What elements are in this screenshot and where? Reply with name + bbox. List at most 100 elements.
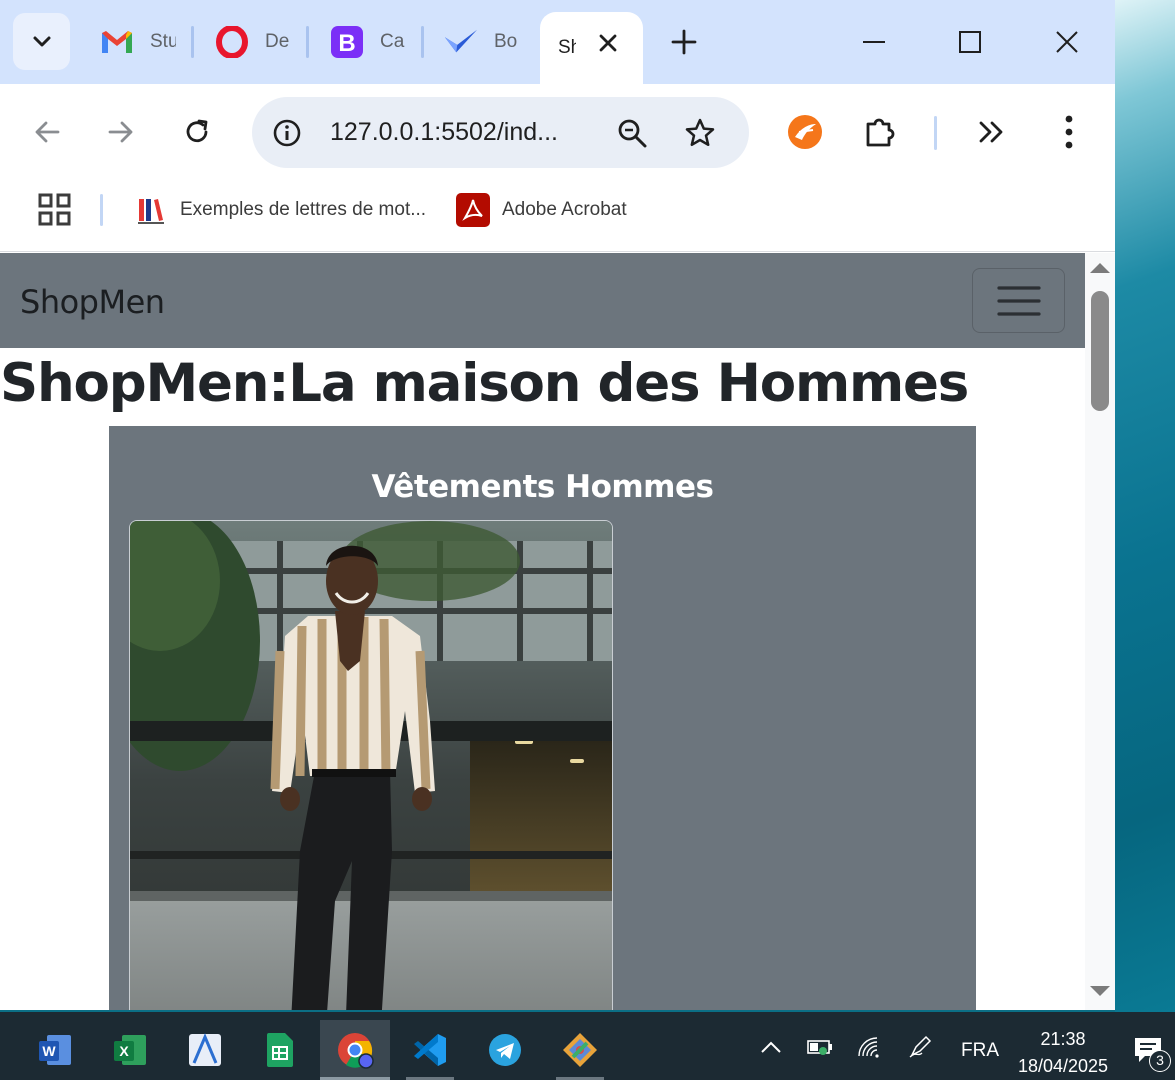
chevron-down-icon	[33, 36, 50, 46]
vscode-icon	[414, 1034, 446, 1066]
taskbar-excel[interactable]: X	[95, 1020, 165, 1080]
taskbar-word[interactable]: W	[20, 1020, 90, 1080]
notification-count-badge: 3	[1149, 1050, 1171, 1072]
navbar-brand[interactable]: ShopMen	[20, 283, 165, 321]
tab-title: Sh	[558, 37, 576, 58]
toolbar-separator	[934, 116, 937, 150]
section-title: Vêtements Hommes	[371, 469, 714, 505]
close-window-button[interactable]	[1043, 18, 1091, 66]
pen-menu[interactable]	[905, 1034, 935, 1060]
site-navbar: ShopMen	[0, 253, 1085, 348]
git-icon	[563, 1033, 597, 1067]
battery-status[interactable]	[805, 1034, 835, 1060]
zoom-icon[interactable]	[612, 113, 652, 153]
tab-title: De	[265, 31, 290, 52]
bookmark-lettres[interactable]: Exemples de lettres de mot...	[134, 191, 426, 229]
plus-icon	[671, 29, 697, 55]
excel-icon: X	[114, 1035, 146, 1065]
svg-text:X: X	[119, 1043, 129, 1059]
acrobat-icon	[456, 193, 490, 227]
minimize-button[interactable]	[850, 18, 898, 66]
taskbar-chrome[interactable]	[320, 1020, 390, 1080]
wifi-icon	[858, 1037, 879, 1058]
bookmark-label: Exemples de lettres de mot...	[180, 199, 427, 220]
gmail-icon	[100, 25, 134, 59]
tab-gmail[interactable]: Stu	[100, 14, 176, 70]
tab-strip: Stu De B Ca Bo Sh	[0, 0, 1115, 84]
svg-text:B: B	[338, 30, 355, 57]
battery-charging-icon	[807, 1040, 832, 1055]
minimize-icon	[863, 41, 885, 43]
notifications-button[interactable]: 3	[1133, 1036, 1171, 1072]
taskbar-arcgis[interactable]	[170, 1020, 240, 1080]
opera-icon	[215, 25, 249, 59]
books-icon	[134, 193, 168, 227]
taskbar-git[interactable]	[545, 1020, 615, 1080]
tab-title: Bo	[494, 31, 518, 52]
taskbar-telegram[interactable]	[470, 1020, 540, 1080]
tab-title: Ca	[380, 31, 405, 52]
site-info-icon[interactable]	[268, 114, 306, 152]
forward-button[interactable]	[99, 110, 143, 154]
product-image[interactable]	[129, 520, 613, 1010]
browser-window: Stu De B Ca Bo Sh 127.0.0.1:5502/ind... …	[0, 0, 1115, 1010]
maximize-button[interactable]	[946, 18, 994, 66]
system-clock[interactable]: 21:38 18/04/2025	[1010, 1026, 1116, 1080]
sheets-icon	[267, 1033, 293, 1067]
back-button[interactable]	[25, 110, 69, 154]
url-text[interactable]: 127.0.0.1:5502/ind...	[330, 118, 558, 147]
windows-taskbar: W X FRA 21:38 18/04/2025 3	[0, 1012, 1175, 1080]
scroll-up-arrow-icon[interactable]	[1090, 263, 1110, 273]
tab-checkmark-app[interactable]: Bo	[444, 14, 520, 70]
taskbar-sheets[interactable]	[245, 1020, 315, 1080]
arrow-left-icon	[35, 121, 60, 143]
more-extensions-button[interactable]	[970, 110, 1014, 154]
clock-date: 18/04/2025	[1017, 1056, 1109, 1076]
scrollbar-thumb[interactable]	[1091, 291, 1109, 411]
show-hidden-icons-button[interactable]	[756, 1034, 786, 1060]
extensions-button[interactable]	[858, 110, 902, 154]
arcgis-icon	[189, 1033, 221, 1066]
tab-opera[interactable]: De	[215, 14, 291, 70]
taskbar-vscode[interactable]	[395, 1020, 465, 1080]
navbar-toggler-button[interactable]	[972, 268, 1065, 333]
clock-time: 21:38	[1040, 1029, 1086, 1049]
page-title: ShopMen:La maison des Hommes	[0, 353, 969, 414]
network-status[interactable]	[854, 1034, 884, 1060]
address-bar[interactable]: 127.0.0.1:5502/ind...	[252, 97, 749, 168]
tab-search-button[interactable]	[13, 13, 70, 70]
vertical-scrollbar[interactable]	[1085, 253, 1115, 1010]
new-tab-button[interactable]	[662, 20, 706, 64]
bookmark-adobe-acrobat[interactable]: Adobe Acrobat	[456, 191, 627, 229]
pen-icon	[909, 1035, 932, 1058]
bookmarks-bar: Exemples de lettres de mot... Adobe Acro…	[0, 180, 1115, 252]
telegram-icon	[489, 1034, 521, 1066]
tab-separator	[191, 26, 194, 58]
extension-avast-button[interactable]	[783, 110, 827, 154]
tab-title: Stu	[150, 31, 176, 52]
tab-bootstrap[interactable]: B Ca	[330, 14, 406, 70]
reload-button[interactable]	[175, 110, 219, 154]
bookmark-separator	[100, 194, 103, 226]
hamburger-menu-icon	[996, 285, 1041, 316]
tab-shopmen-active[interactable]: Sh	[540, 12, 643, 84]
kebab-menu-icon	[1065, 115, 1073, 149]
input-language[interactable]: FRA	[961, 1040, 999, 1062]
chrome-icon	[338, 1033, 374, 1069]
apps-grid-icon[interactable]	[37, 192, 73, 228]
tab-separator	[306, 26, 309, 58]
word-icon: W	[39, 1035, 71, 1065]
scroll-down-arrow-icon[interactable]	[1090, 986, 1110, 996]
browser-toolbar: 127.0.0.1:5502/ind...	[0, 84, 1115, 180]
close-icon[interactable]	[593, 28, 623, 58]
bookmark-label: Adobe Acrobat	[502, 199, 627, 220]
svg-text:W: W	[42, 1043, 56, 1059]
desktop-background	[1115, 0, 1175, 1012]
tab-separator	[421, 26, 424, 58]
bookmark-star-icon[interactable]	[680, 113, 720, 153]
reload-icon	[186, 119, 208, 143]
browser-menu-button[interactable]	[1047, 110, 1091, 154]
maximize-icon	[959, 31, 981, 53]
arrow-right-icon	[108, 121, 133, 143]
close-icon	[1056, 31, 1078, 53]
